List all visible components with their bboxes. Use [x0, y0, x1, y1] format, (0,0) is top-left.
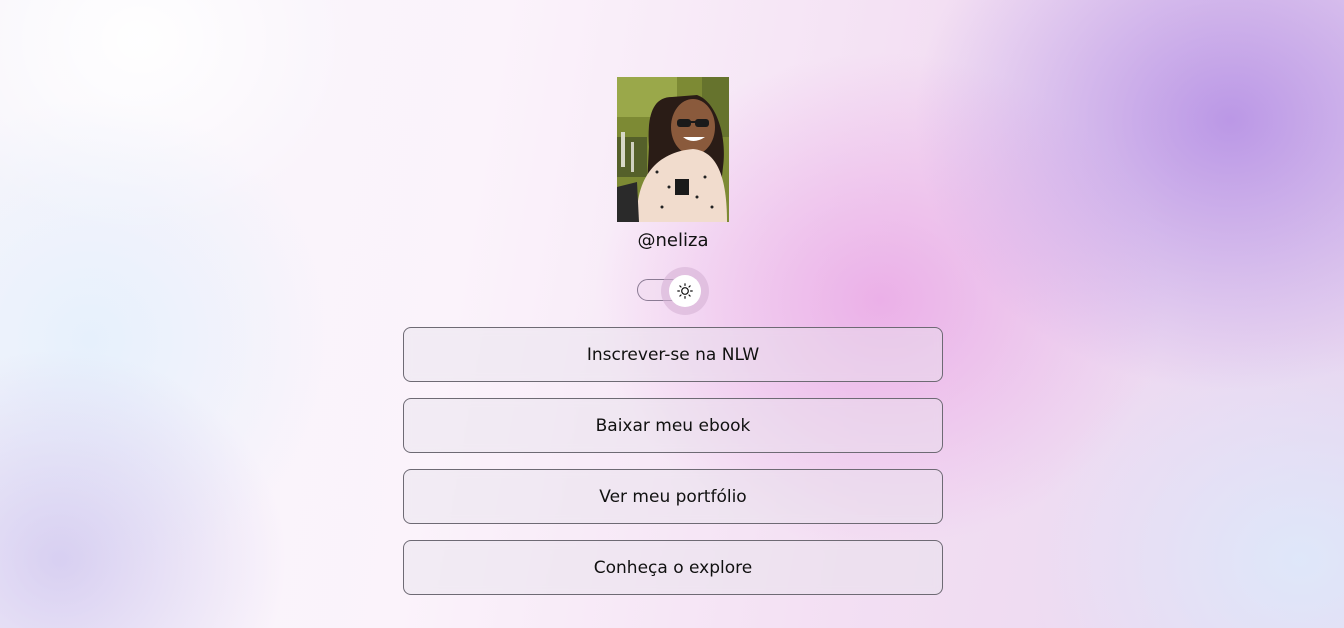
list-item: Inscrever-se na NLW: [403, 327, 943, 382]
link-nlw-button[interactable]: Inscrever-se na NLW: [403, 327, 943, 382]
username: @neliza: [637, 230, 709, 251]
links-list: Inscrever-se na NLW Baixar meu ebook Ver…: [403, 327, 943, 595]
link-portfolio-button[interactable]: Ver meu portfólio: [403, 469, 943, 524]
avatar: [617, 77, 729, 222]
page-container: @neliza Inscrever-se na NLW Baixar meu e…: [403, 77, 943, 611]
link-explore-button[interactable]: Conheça o explore: [403, 540, 943, 595]
profile: @neliza: [403, 77, 943, 316]
sun-icon: [677, 283, 693, 299]
list-item: Conheça o explore: [403, 540, 943, 595]
theme-switch-knob[interactable]: [669, 275, 701, 307]
avatar-photo: [617, 77, 729, 222]
theme-switch[interactable]: [637, 266, 709, 316]
list-item: Ver meu portfólio: [403, 469, 943, 524]
link-ebook-button[interactable]: Baixar meu ebook: [403, 398, 943, 453]
list-item: Baixar meu ebook: [403, 398, 943, 453]
